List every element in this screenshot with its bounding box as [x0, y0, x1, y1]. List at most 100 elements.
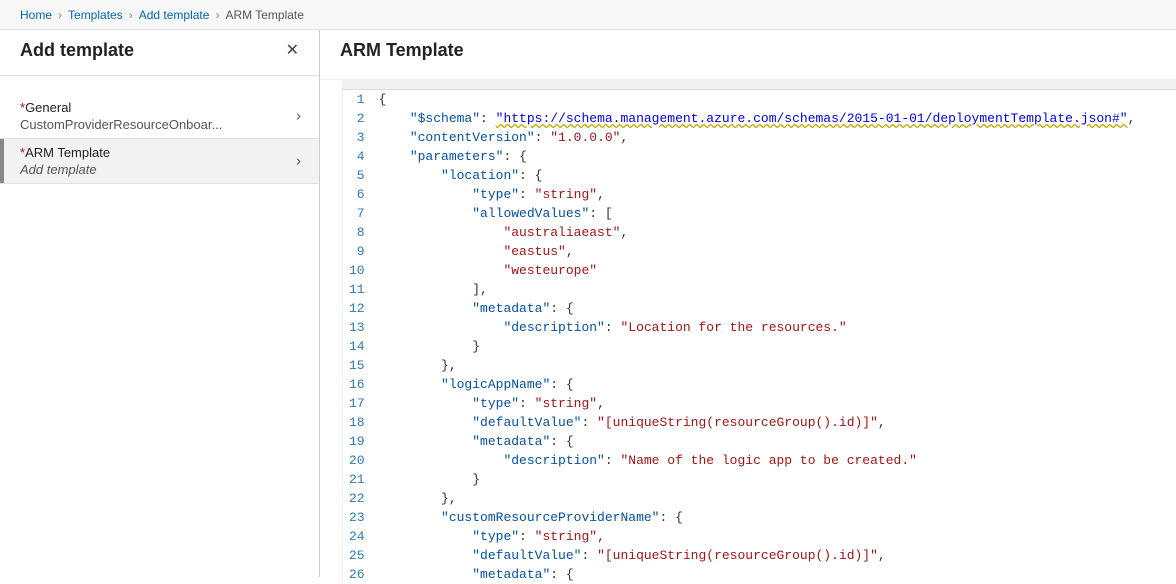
code-line: "type": "string",	[379, 527, 1136, 546]
code-line: "defaultValue": "[uniqueString(resourceG…	[379, 546, 1136, 565]
token-key: "type"	[472, 529, 519, 544]
line-number: 24	[349, 527, 365, 546]
token-key: "description"	[503, 320, 604, 335]
wizard-step-subtitle: Add template	[20, 162, 260, 177]
code-line: "australiaeast",	[379, 223, 1136, 242]
token-key: "type"	[472, 396, 519, 411]
wizard-step[interactable]: *ARM TemplateAdd template›	[0, 139, 319, 184]
line-number: 12	[349, 299, 365, 318]
token-brace: {	[566, 377, 574, 392]
line-number: 23	[349, 508, 365, 527]
token-brace: [	[605, 206, 613, 221]
token-colon: :	[519, 187, 535, 202]
token-key: "parameters"	[410, 149, 504, 164]
code-line: "eastus",	[379, 242, 1136, 261]
token-key: "location"	[441, 168, 519, 183]
line-number: 26	[349, 565, 365, 584]
line-number-gutter: 1234567891011121314151617181920212223242…	[343, 80, 379, 584]
code-line: },	[379, 489, 1136, 508]
right-pane: ARM Template 123456789101112131415161718…	[320, 30, 1176, 577]
token-punc: ,	[597, 396, 605, 411]
code-line: "metadata": {	[379, 432, 1136, 451]
token-str: "westeurope"	[503, 263, 597, 278]
left-pane-header: Add template ✕	[0, 30, 319, 76]
line-number: 18	[349, 413, 365, 432]
wizard-step[interactable]: *GeneralCustomProviderResourceOnboar...›	[0, 94, 319, 139]
line-number: 17	[349, 394, 365, 413]
token-colon: :	[550, 567, 566, 582]
token-brace: }	[472, 472, 480, 487]
token-str: "[uniqueString(resourceGroup().id)]"	[597, 548, 878, 563]
line-number: 13	[349, 318, 365, 337]
line-number: 4	[349, 147, 365, 166]
code-line: "parameters": {	[379, 147, 1136, 166]
code-line: ],	[379, 280, 1136, 299]
code-line: },	[379, 356, 1136, 375]
line-number: 15	[349, 356, 365, 375]
code-editor[interactable]: 1234567891011121314151617181920212223242…	[342, 80, 1176, 584]
token-key: "metadata"	[472, 301, 550, 316]
breadcrumb-separator-icon: ›	[215, 8, 219, 22]
token-key: "description"	[503, 453, 604, 468]
line-number: 14	[349, 337, 365, 356]
wizard-step-title: *General	[20, 100, 299, 115]
editor-ruler	[342, 80, 1176, 90]
code-line: "type": "string",	[379, 394, 1136, 413]
left-pane-title: Add template	[20, 40, 134, 61]
wizard-step-title: *ARM Template	[20, 145, 299, 160]
breadcrumb-item[interactable]: Add template	[139, 8, 210, 22]
code-line: "contentVersion": "1.0.0.0",	[379, 128, 1136, 147]
breadcrumb-item[interactable]: Home	[20, 8, 52, 22]
code-area[interactable]: { "$schema": "https://schema.management.…	[379, 80, 1136, 584]
code-line: }	[379, 470, 1136, 489]
token-link[interactable]: "https://schema.management.azure.com/sch…	[496, 111, 1128, 126]
code-line: "westeurope"	[379, 261, 1136, 280]
code-line: "metadata": {	[379, 565, 1136, 584]
required-asterisk-icon: *	[20, 145, 25, 160]
token-colon: :	[659, 510, 675, 525]
code-line: "metadata": {	[379, 299, 1136, 318]
token-brace: {	[566, 567, 574, 582]
token-colon: :	[605, 453, 621, 468]
token-str: "Name of the logic app to be created."	[620, 453, 916, 468]
token-str: "australiaeast"	[503, 225, 620, 240]
token-brace: {	[566, 301, 574, 316]
token-punc: ,	[597, 529, 605, 544]
code-line: {	[379, 90, 1136, 109]
line-number: 6	[349, 185, 365, 204]
token-brace: {	[675, 510, 683, 525]
token-colon: :	[550, 434, 566, 449]
code-line: "customResourceProviderName": {	[379, 508, 1136, 527]
line-number: 22	[349, 489, 365, 508]
token-key: "contentVersion"	[410, 130, 535, 145]
token-str: "eastus"	[503, 244, 565, 259]
code-line: "logicAppName": {	[379, 375, 1136, 394]
code-line: "description": "Name of the logic app to…	[379, 451, 1136, 470]
code-line: "allowedValues": [	[379, 204, 1136, 223]
line-number: 3	[349, 128, 365, 147]
token-brace: {	[566, 434, 574, 449]
token-punc: ,	[620, 130, 628, 145]
token-colon: :	[519, 529, 535, 544]
token-colon: :	[581, 548, 597, 563]
breadcrumb: Home›Templates›Add template›ARM Template	[0, 0, 1176, 30]
close-icon[interactable]: ✕	[286, 43, 299, 59]
right-pane-header: ARM Template	[320, 30, 1176, 79]
breadcrumb-item: ARM Template	[225, 8, 303, 22]
code-line: }	[379, 337, 1136, 356]
line-number: 8	[349, 223, 365, 242]
token-str: "string"	[535, 187, 597, 202]
token-brace: }	[472, 339, 480, 354]
wizard-step-subtitle: CustomProviderResourceOnboar...	[20, 117, 260, 132]
token-colon: :	[535, 130, 551, 145]
line-number: 2	[349, 109, 365, 128]
token-colon: :	[480, 111, 496, 126]
code-line: "type": "string",	[379, 185, 1136, 204]
left-pane: Add template ✕ *General CustomProviderRes…	[0, 30, 320, 577]
breadcrumb-item[interactable]: Templates	[68, 8, 123, 22]
code-line: "defaultValue": "[uniqueString(resourceG…	[379, 413, 1136, 432]
token-brace: {	[535, 168, 543, 183]
token-colon: :	[519, 396, 535, 411]
token-str: "Location for the resources."	[620, 320, 846, 335]
token-brace: {	[379, 92, 387, 107]
